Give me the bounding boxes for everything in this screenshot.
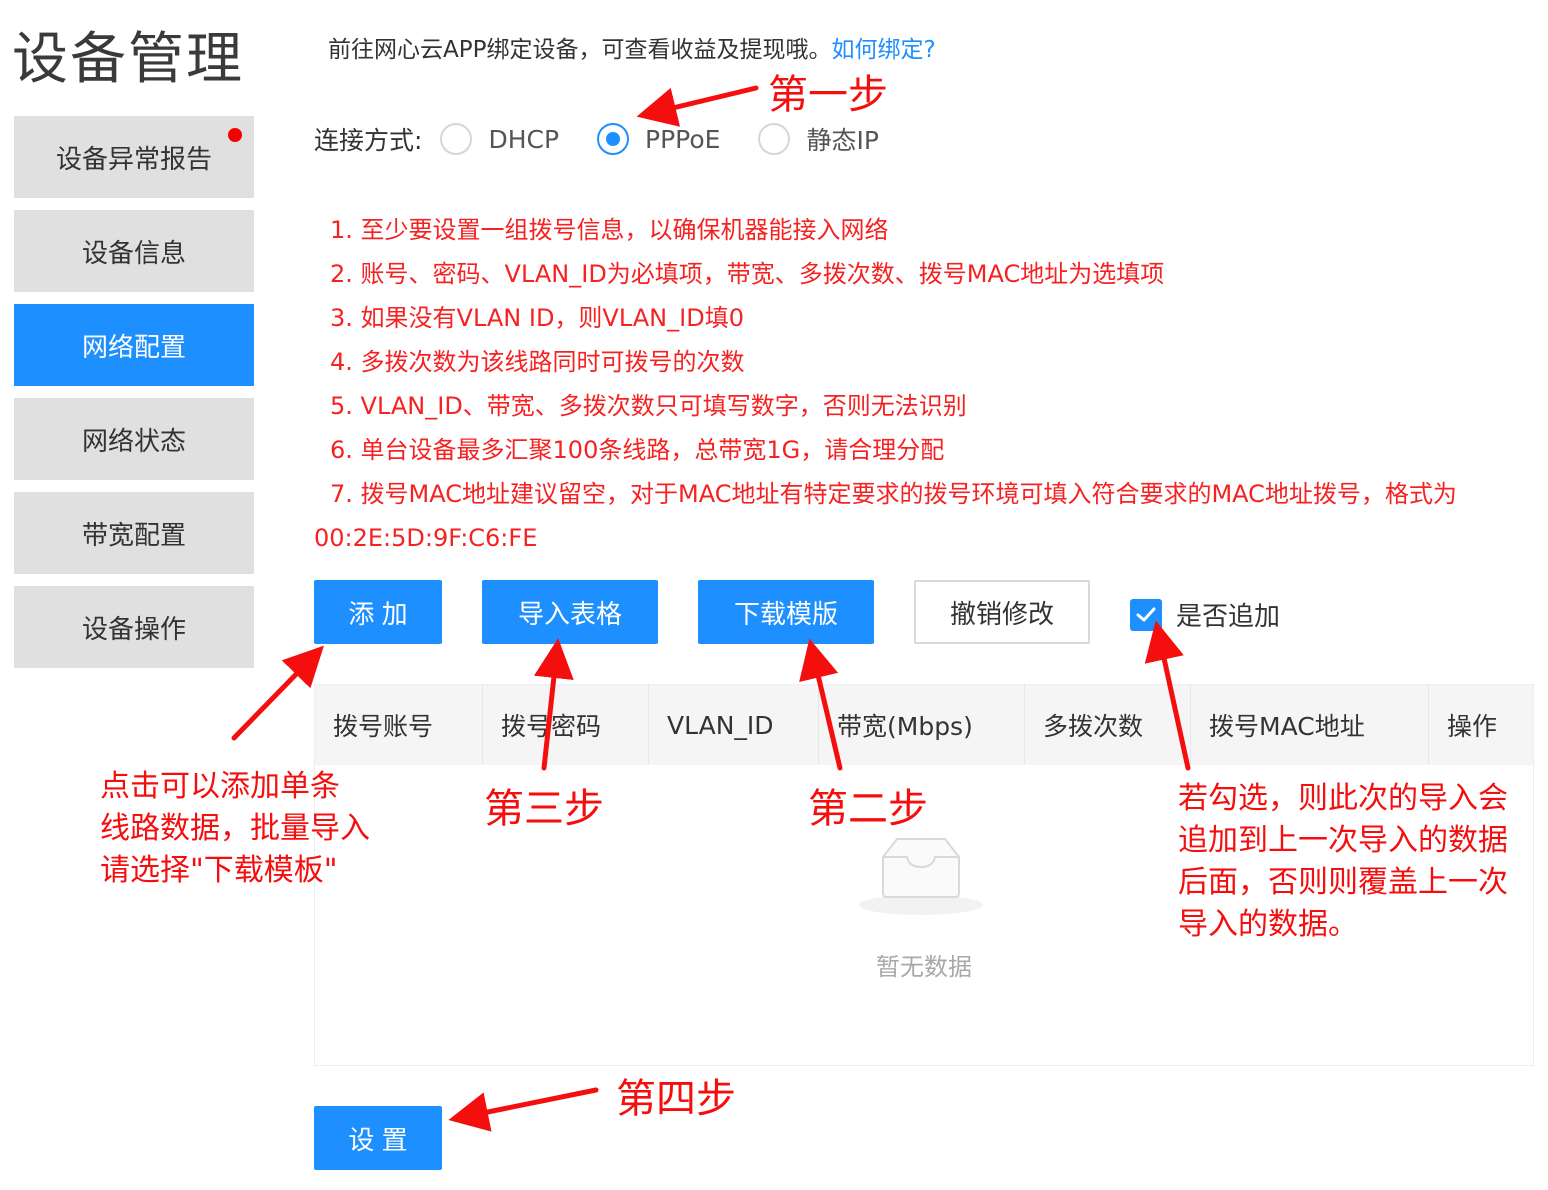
append-label: 是否追加 [1176, 602, 1281, 632]
sidebar-item-device-operation[interactable]: 设备操作 [14, 586, 254, 668]
download-template-button[interactable]: 下载模版 [698, 580, 874, 644]
connection-type: 连接方式: DHCP PPPoE 静态IP [314, 120, 899, 158]
annotation-line: 线路数据，批量导入 [100, 811, 370, 846]
sidebar-item-label: 设备异常报告 [55, 144, 212, 175]
append-checkbox[interactable]: 是否追加 [1130, 596, 1280, 633]
annotation-step4: 第四步 [616, 1076, 736, 1122]
annotation-add-note: 点击可以添加单条 线路数据，批量导入 请选择"下载模板" [100, 766, 370, 892]
note-item: 6. 单台设备最多汇聚100条线路，总带宽1G，请合理分配 [330, 436, 945, 464]
arrow-step4 [448, 1087, 599, 1132]
arrow-step1 [636, 85, 759, 127]
sidebar-item-label: 网络配置 [81, 332, 186, 363]
annotation-line: 导入的数据。 [1178, 907, 1358, 942]
sidebar-item-label: 带宽配置 [81, 520, 186, 551]
sidebar-item-label: 设备信息 [81, 238, 186, 269]
annotation-step3: 第三步 [484, 786, 604, 832]
how-to-bind-link[interactable]: 如何绑定? [831, 37, 935, 63]
arrow-add [231, 645, 324, 741]
checkbox-checked-icon[interactable] [1130, 598, 1162, 631]
note-item: 7. 拨号MAC地址建议留空，对于MAC地址有特定要求的拨号环境可填入符合要求的… [314, 480, 1457, 552]
column-header: 操作 [1447, 712, 1498, 741]
column-header: 拨号MAC地址 [1191, 685, 1429, 765]
column-header: 多拨次数 [1025, 685, 1191, 765]
empty-inbox-icon [855, 835, 987, 923]
sidebar-item-bandwidth-config[interactable]: 带宽配置 [14, 492, 254, 574]
connection-type-label: 连接方式: [314, 126, 423, 155]
column-header: 拨号密码 [483, 685, 649, 765]
sidebar-item-device-alert-report[interactable]: 设备异常报告 [14, 116, 254, 198]
table-header: 拨号账号 拨号密码 VLAN_ID 带宽(Mbps) 多拨次数 拨号MAC地址 … [315, 685, 1533, 765]
annotation-line: 后面，否则则覆盖上一次 [1178, 865, 1508, 900]
bind-hint-text: 前往网心云APP绑定设备，可查看收益及提现哦。 [328, 37, 832, 63]
note-item: 4. 多拨次数为该线路同时可拨号的次数 [330, 348, 745, 376]
page-title: 设备管理 [12, 27, 244, 92]
annotation-line: 请选择"下载模板" [100, 853, 338, 888]
radio-label: DHCP [488, 124, 560, 154]
add-button[interactable]: 添 加 [314, 580, 442, 644]
radio-circle[interactable] [440, 123, 473, 155]
annotation-step2: 第二步 [808, 786, 928, 832]
empty-text: 暂无数据 [876, 953, 972, 981]
note-item: 2. 账号、密码、VLAN_ID为必填项，带宽、多拨次数、拨号MAC地址为选填项 [330, 260, 1165, 288]
note-item: 5. VLAN_ID、带宽、多拨次数只可填写数字，否则无法识别 [330, 392, 967, 420]
annotation-line: 点击可以添加单条 [100, 769, 340, 804]
bind-hint: 前往网心云APP绑定设备，可查看收益及提现哦。如何绑定? [328, 30, 936, 64]
column-header: 带宽(Mbps) [819, 685, 1025, 765]
alert-dot [228, 128, 242, 142]
note-item: 1. 至少要设置一组拨号信息，以确保机器能接入网络 [330, 216, 889, 244]
annotation-step1: 第一步 [768, 72, 888, 118]
radio-circle[interactable] [758, 123, 791, 155]
radio-dhcp[interactable]: DHCP [440, 123, 579, 155]
radio-static-ip[interactable]: 静态IP [758, 121, 898, 157]
notes-list: 1. 至少要设置一组拨号信息，以确保机器能接入网络 2. 账号、密码、VLAN_… [314, 208, 1514, 560]
annotation-line: 追加到上一次导入的数据 [1178, 823, 1508, 858]
sidebar-item-label: 设备操作 [81, 614, 186, 645]
annotation-line: 若勾选，则此次的导入会 [1178, 781, 1508, 816]
sidebar-item-label: 网络状态 [81, 426, 186, 457]
note-item: 3. 如果没有VLAN ID，则VLAN_ID填0 [330, 304, 744, 332]
column-header: VLAN_ID [649, 685, 819, 765]
sidebar-item-device-info[interactable]: 设备信息 [14, 210, 254, 292]
column-header: 拨号账号 [315, 685, 483, 765]
annotation-append-note: 若勾选，则此次的导入会 追加到上一次导入的数据 后面，否则则覆盖上一次 导入的数… [1178, 778, 1508, 946]
radio-label: PPPoE [645, 124, 721, 154]
import-table-button[interactable]: 导入表格 [482, 580, 658, 644]
sidebar-item-network-status[interactable]: 网络状态 [14, 398, 254, 480]
radio-label: 静态IP [806, 126, 879, 155]
sidebar-item-network-config[interactable]: 网络配置 [14, 304, 254, 386]
set-button[interactable]: 设 置 [314, 1106, 442, 1170]
radio-circle-checked[interactable] [597, 123, 630, 155]
revert-changes-button[interactable]: 撤销修改 [914, 580, 1090, 644]
radio-pppoe[interactable]: PPPoE [597, 123, 740, 155]
